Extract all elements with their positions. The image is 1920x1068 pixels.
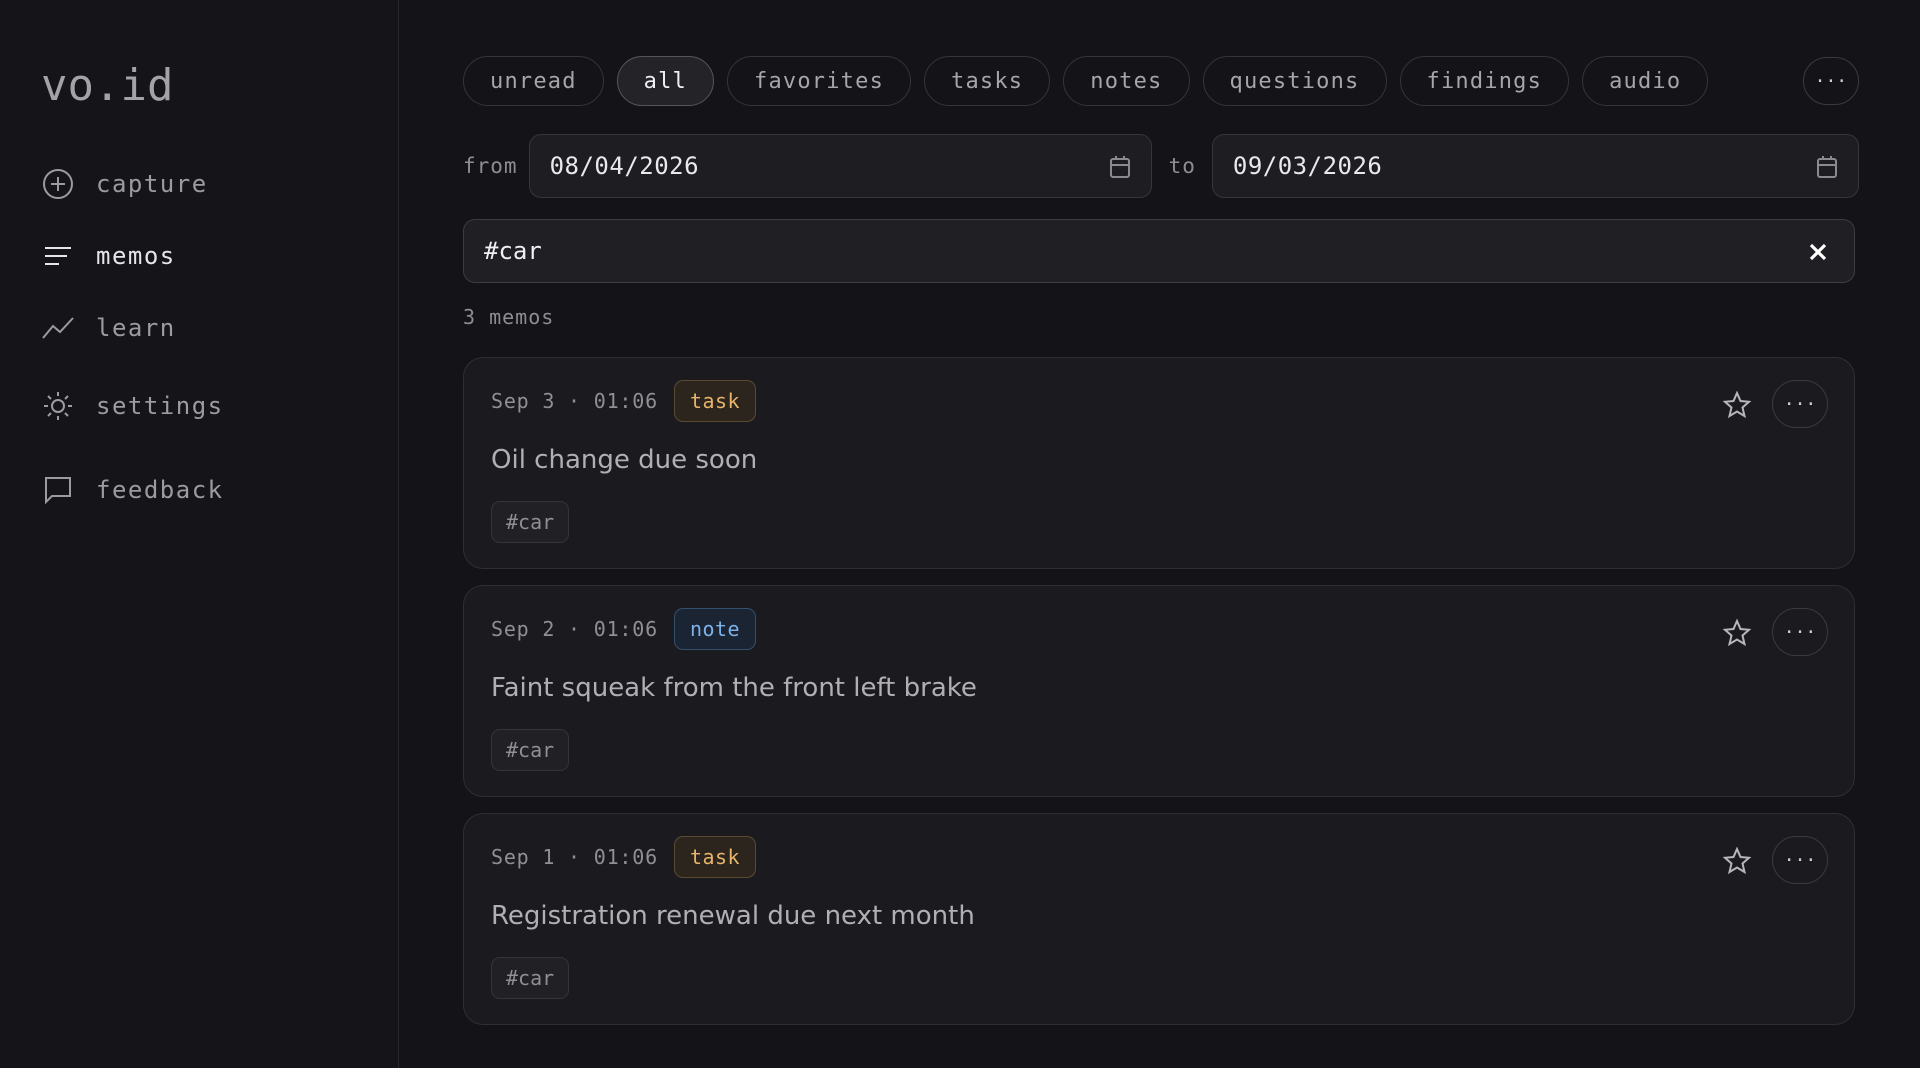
memo-card[interactable]: Sep 1 · 01:06 task Registration renewal …	[463, 813, 1855, 1025]
memo-more-button[interactable]: ···	[1772, 608, 1828, 656]
memo-type-badge: task	[673, 836, 757, 878]
memo-title: Registration renewal due next month	[491, 901, 975, 931]
calendar-icon[interactable]	[1109, 155, 1131, 179]
memo-more-button[interactable]: ···	[1772, 836, 1828, 884]
memo-card[interactable]: Sep 2 · 01:06 note Faint squeak from the…	[463, 585, 1855, 797]
date-range: from 08/04/2026 to 09/03/2026	[463, 134, 1859, 198]
memo-tag[interactable]: #car	[491, 729, 570, 771]
lines-icon	[41, 239, 75, 273]
sidebar-item-memos[interactable]: memos	[41, 238, 398, 274]
memo-timestamp: Sep 2 · 01:06	[491, 617, 658, 641]
memo-title: Oil change due soon	[491, 445, 758, 475]
memo-title: Faint squeak from the front left brake	[491, 673, 977, 703]
filter-chip-findings[interactable]: findings	[1399, 56, 1570, 106]
memo-timestamp: Sep 1 · 01:06	[491, 845, 658, 869]
filter-chip-tasks[interactable]: tasks	[924, 56, 1051, 106]
calendar-icon[interactable]	[1816, 155, 1838, 179]
star-icon[interactable]	[1722, 618, 1752, 648]
memo-tag[interactable]: #car	[491, 501, 570, 543]
sun-gear-icon	[41, 389, 75, 423]
from-date-input[interactable]: 08/04/2026	[528, 134, 1152, 198]
filter-chips: unread all favorites tasks notes questio…	[463, 56, 1859, 106]
search-value: #car	[484, 237, 542, 265]
sidebar-item-label: memos	[96, 242, 176, 270]
filter-chip-unread[interactable]: unread	[463, 56, 604, 106]
to-date-value: 09/03/2026	[1232, 152, 1383, 180]
filter-chip-favorites[interactable]: favorites	[727, 56, 912, 106]
memo-list: Sep 3 · 01:06 task Oil change due soon #…	[463, 357, 1855, 1025]
clear-search-button[interactable]	[1804, 238, 1832, 266]
trend-line-icon	[41, 311, 75, 345]
star-icon[interactable]	[1722, 846, 1752, 876]
memo-meta: Sep 3 · 01:06 task	[491, 380, 1826, 422]
memo-type-badge: task	[673, 380, 757, 422]
app-logo[interactable]: vo.id	[41, 58, 398, 114]
sidebar-item-capture[interactable]: capture	[41, 166, 398, 202]
more-options-button[interactable]: ···	[1802, 57, 1859, 105]
plus-circle-icon	[41, 167, 75, 201]
search-input[interactable]: #car	[463, 219, 1855, 283]
filter-chip-all[interactable]: all	[616, 56, 715, 106]
sidebar-item-learn[interactable]: learn	[41, 310, 398, 346]
filter-chip-audio[interactable]: audio	[1582, 56, 1709, 106]
close-icon	[1809, 243, 1827, 261]
app: vo.id capture memos learn settings feedb…	[0, 0, 1920, 1068]
main-content: unread all favorites tasks notes questio…	[399, 0, 1920, 1068]
memo-more-button[interactable]: ···	[1772, 380, 1828, 428]
star-icon[interactable]	[1722, 390, 1752, 420]
sidebar: vo.id capture memos learn settings feedb…	[0, 0, 399, 1068]
sidebar-item-label: feedback	[96, 476, 224, 504]
sidebar-item-label: capture	[96, 170, 208, 198]
sidebar-item-feedback[interactable]: feedback	[41, 472, 398, 508]
memo-card[interactable]: Sep 3 · 01:06 task Oil change due soon #…	[463, 357, 1855, 569]
filter-chip-questions[interactable]: questions	[1202, 56, 1387, 106]
sidebar-item-settings[interactable]: settings	[41, 388, 398, 424]
memo-type-badge: note	[673, 608, 757, 650]
memo-timestamp: Sep 3 · 01:06	[491, 389, 658, 413]
sidebar-item-label: learn	[96, 314, 176, 342]
sidebar-item-label: settings	[96, 392, 224, 420]
from-date-value: 08/04/2026	[549, 152, 700, 180]
from-label: from	[463, 154, 518, 178]
chat-bubble-icon	[41, 473, 75, 507]
to-date-input[interactable]: 09/03/2026	[1211, 134, 1859, 198]
result-count: 3 memos	[463, 305, 555, 329]
memo-meta: Sep 2 · 01:06 note	[491, 608, 1826, 650]
filter-chip-notes[interactable]: notes	[1063, 56, 1190, 106]
to-label: to	[1168, 154, 1196, 178]
memo-tag[interactable]: #car	[491, 957, 570, 999]
memo-meta: Sep 1 · 01:06 task	[491, 836, 1826, 878]
